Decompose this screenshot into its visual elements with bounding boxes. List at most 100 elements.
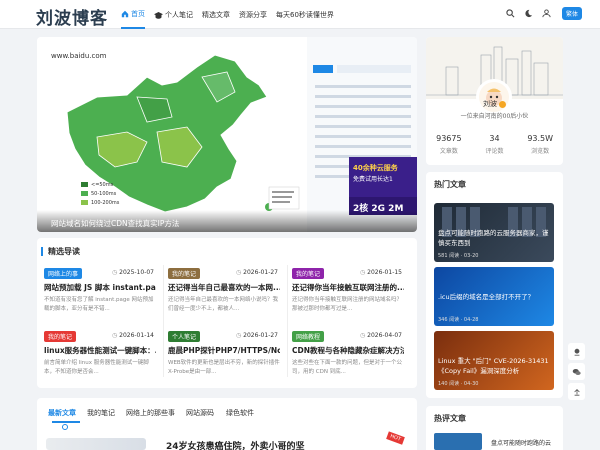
hot-article-card[interactable]: Linux 重大 "后门" CVE-2026-31431 《Copy Fail》…	[434, 331, 554, 390]
nav-home-label: 首页	[131, 9, 145, 18]
top-navbar: 刘波博客 首页 个人笔记 精选文章 资源分享 每天60秒读懂世界 繁体	[0, 0, 600, 29]
tab-source-code[interactable]: 网站源码	[186, 408, 214, 418]
hot-article-card[interactable]: .icu后缀的域名是全部打不开了？ 346 阅读 · 04-28	[434, 267, 554, 326]
active-tab-indicator	[52, 421, 80, 423]
map-legend: <=50ms 50-100ms 100-200ms	[81, 181, 119, 208]
hot-comment-title[interactable]: 盘点可能随时跑路的云	[491, 438, 551, 447]
banner-caption[interactable]: 网站域名如何绕过CDN查找真实IP方法	[37, 210, 417, 232]
tab-my-notes[interactable]: 我的笔记	[87, 408, 115, 418]
card-divider	[163, 265, 164, 377]
china-map-graphic	[66, 54, 300, 213]
featured-card[interactable]: 个人笔记 2026-01-27 鹿晨PHP探针PHP7/HTTPS/Nol...…	[168, 328, 284, 383]
article-thumbnail[interactable]	[46, 438, 146, 450]
hero-banner[interactable]: www.baidu.com <=50ms 50-100ms 100-200ms	[37, 37, 417, 232]
avatar[interactable]	[476, 79, 512, 115]
card-date: 2026-01-15	[360, 269, 402, 276]
article-tabs: 最新文章 我的笔记 网络上的那些事 网站源码 绿色软件 24岁女孩患癌住院，外卖…	[37, 398, 417, 450]
hot-articles-panel: 热门文章 盘点可能随时跑路的云服务器商家，谨慎买东西到 581 阅读 · 03-…	[426, 172, 563, 398]
header-tools: 繁体	[499, 7, 582, 20]
card-tag[interactable]: 我的笔记	[168, 268, 201, 279]
nav-resources[interactable]: 资源分享	[239, 0, 267, 29]
hot-articles-title: 热门文章	[434, 180, 466, 189]
card-desc: WEB软件的更新也是层出不穷，新的探针插件X-Probe是由一部...	[168, 360, 280, 375]
ad-headline: 40余种云服务	[353, 164, 398, 172]
hot-article-meta: 140 阅读 · 04-30	[438, 381, 479, 387]
card-desc: 不知道有没有您了解 instant.page 网站预加载的脚本，亚分有是不错..…	[44, 297, 154, 312]
site-logo[interactable]: 刘波博客	[36, 4, 108, 29]
stat-value: 93.5W	[527, 134, 554, 143]
tab-web-stories[interactable]: 网络上的那些事	[126, 408, 175, 418]
featured-card[interactable]: 我的笔记 2026-01-14 linux服务器性能测试一键脚本：... 前言简…	[44, 328, 160, 383]
card-tag[interactable]: 我的笔记	[44, 331, 77, 342]
tab-green-software[interactable]: 绿色软件	[226, 408, 254, 418]
search-icon[interactable]	[505, 8, 517, 20]
card-tag[interactable]: 网络上的事	[44, 268, 83, 279]
wechat-icon[interactable]	[568, 363, 585, 380]
featured-card[interactable]: 我的笔记 2026-01-27 还记得当年自己最喜欢的一本网... 还记得当年自…	[168, 265, 284, 320]
nav-notes-label: 个人笔记	[165, 10, 193, 19]
back-to-top-icon[interactable]	[568, 383, 585, 400]
hot-comment-thumbnail[interactable]	[434, 433, 482, 450]
traditional-chinese-button[interactable]: 繁体	[561, 7, 582, 20]
card-desc: 前言简单介绍 linux 服务器性能测试一键脚本，不知道你是否会...	[44, 360, 149, 375]
hot-article-title[interactable]: Linux 重大 "后门" CVE-2026-31431 《Copy Fail》…	[438, 356, 550, 376]
card-title[interactable]: 还记得当年自己最喜欢的一本网...	[168, 282, 280, 293]
card-tag[interactable]: 网络教程	[292, 331, 325, 342]
featured-card[interactable]: 网络教程 2026-04-07 CDN教程与各种隐藏杂症解决方法 这些对些在下面…	[292, 328, 408, 383]
floating-tools	[568, 343, 585, 403]
legend-swatch	[81, 200, 88, 205]
theme-toggle-icon[interactable]	[523, 8, 535, 20]
profile-motto: 一位来自河南的00后小伙	[460, 113, 529, 120]
legend-label: <=50ms	[91, 182, 114, 188]
active-tab-dot	[62, 424, 68, 430]
featured-panel: 精选导读 网络上的事 2025-10-07 网站预加载 JS 脚本 instan…	[37, 238, 417, 388]
profile-name[interactable]: 刘波	[483, 100, 497, 108]
nav-daily-news-label: 每天60秒读懂世界	[276, 10, 334, 19]
stat-label: 文章数	[439, 148, 458, 155]
legend-label: 100-200ms	[91, 200, 120, 206]
card-title[interactable]: linux服务器性能测试一键脚本：...	[44, 345, 156, 356]
card-tag[interactable]: 我的笔记	[292, 268, 325, 279]
stat-label: 浏览数	[531, 148, 550, 155]
hot-article-meta: 346 阅读 · 04-28	[438, 317, 479, 323]
card-tag[interactable]: 个人笔记	[168, 331, 201, 342]
tab-latest[interactable]: 最新文章	[48, 408, 76, 418]
hot-article-card[interactable]: 盘点可能随时跑路的云服务器商家，谨慎买东西到 581 阅读 · 03-20	[434, 203, 554, 262]
hot-comment-item[interactable]: 盘点可能随时跑路的云	[434, 433, 556, 450]
card-divider	[287, 265, 288, 377]
profile-card: 刘波 一位来自河南的00后小伙 93675 文章数 34 评论数 93.5W 浏览数	[426, 37, 563, 165]
card-date: 2026-01-27	[236, 269, 278, 276]
card-date: 2026-01-14	[112, 332, 154, 339]
main-nav: 首页 个人笔记 精选文章 资源分享 每天60秒读懂世界	[121, 0, 343, 29]
card-date: 2025-10-07	[112, 269, 154, 276]
nav-home[interactable]: 首页	[121, 0, 145, 29]
card-title[interactable]: 鹿晨PHP探针PHP7/HTTPS/Nol...	[168, 345, 280, 356]
level-badge-icon	[499, 100, 506, 108]
article-title[interactable]: 24岁女孩患癌住院，外卖小哥的坚	[166, 439, 305, 450]
user-icon[interactable]	[541, 8, 553, 20]
nav-featured[interactable]: 精选文章	[202, 0, 230, 29]
legend-swatch	[81, 182, 88, 187]
stat-label: 评论数	[485, 148, 504, 155]
card-title[interactable]: 网站预加载 JS 脚本 instant.page...	[44, 282, 156, 293]
card-date: 2026-04-07	[360, 332, 402, 339]
card-desc: 这些对些在下面一款的问题，但是对于一个公司，用的 CDN 到底...	[292, 360, 403, 375]
featured-card[interactable]: 我的笔记 2026-01-15 还记得你当年接触互联网注册的... 还记得你当年…	[292, 265, 408, 320]
nav-daily-news[interactable]: 每天60秒读懂世界	[276, 0, 334, 29]
featured-card[interactable]: 网络上的事 2025-10-07 网站预加载 JS 脚本 instant.pag…	[44, 265, 160, 320]
contact-icon[interactable]	[568, 343, 585, 360]
ad-subline: 免费试用长达1	[353, 176, 393, 183]
stat-value: 93675	[436, 134, 462, 143]
hot-comments-title: 热评文章	[434, 414, 466, 423]
card-title[interactable]: 还记得你当年接触互联网注册的...	[292, 282, 404, 293]
hot-article-title[interactable]: 盘点可能随时跑路的云服务器商家，谨慎买东西到	[438, 228, 550, 248]
hot-article-title[interactable]: .icu后缀的域名是全部打不开了？	[438, 292, 550, 312]
legend-swatch	[81, 191, 88, 196]
profile-stats: 93675 文章数 34 评论数 93.5W 浏览数	[426, 134, 563, 155]
card-title[interactable]: CDN教程与各种隐藏杂症解决方法	[292, 345, 404, 356]
nav-notes[interactable]: 个人笔记	[154, 0, 193, 29]
home-icon	[121, 10, 129, 17]
article-list-item[interactable]: 24岁女孩患癌住院，外卖小哥的坚 HOT	[46, 431, 408, 450]
banner-map-image: www.baidu.com <=50ms 50-100ms 100-200ms	[37, 37, 307, 232]
featured-title: 精选导读	[41, 247, 80, 256]
